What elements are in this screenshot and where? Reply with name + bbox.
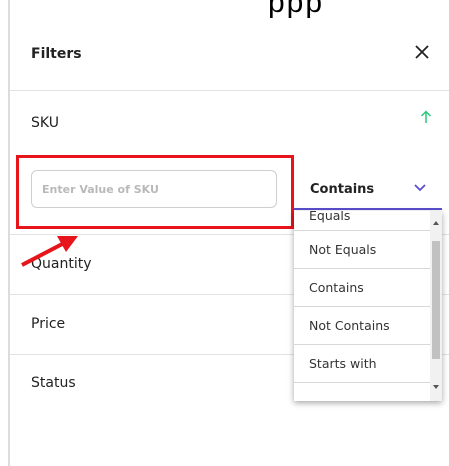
dropdown-scrollbar[interactable] xyxy=(430,211,442,401)
close-icon xyxy=(415,45,429,59)
option-equals[interactable]: Equals xyxy=(294,211,430,231)
operator-select[interactable]: Contains xyxy=(294,174,442,206)
arrow-up-icon[interactable] xyxy=(420,110,432,124)
filter-field-sku[interactable]: SKU xyxy=(10,90,449,150)
close-button[interactable] xyxy=(404,34,440,70)
operator-selected-value: Contains xyxy=(310,182,375,197)
filters-panel: Filters SKU Contains Quantity Price Stat… xyxy=(10,0,449,466)
panel-header: Filters xyxy=(10,0,449,91)
option-not-equals[interactable]: Not Equals xyxy=(294,231,430,269)
scrollbar-thumb[interactable] xyxy=(432,241,440,359)
price-label: Price xyxy=(31,316,66,332)
panel-title: Filters xyxy=(31,46,82,62)
operator-select-underline xyxy=(294,208,442,210)
scroll-up-arrow-icon[interactable] xyxy=(433,221,439,225)
option-starts-with[interactable]: Starts with xyxy=(294,345,430,383)
sku-label: SKU xyxy=(31,115,59,131)
scroll-down-arrow-icon[interactable] xyxy=(433,385,439,389)
chevron-down-icon xyxy=(414,184,426,192)
sku-value-input[interactable] xyxy=(31,170,277,208)
operator-dropdown-list[interactable]: Equals Not Equals Contains Not Contains … xyxy=(294,211,442,401)
status-label: Status xyxy=(31,375,76,391)
quantity-label: Quantity xyxy=(31,256,92,272)
option-contains[interactable]: Contains xyxy=(294,269,430,307)
option-not-contains[interactable]: Not Contains xyxy=(294,307,430,345)
